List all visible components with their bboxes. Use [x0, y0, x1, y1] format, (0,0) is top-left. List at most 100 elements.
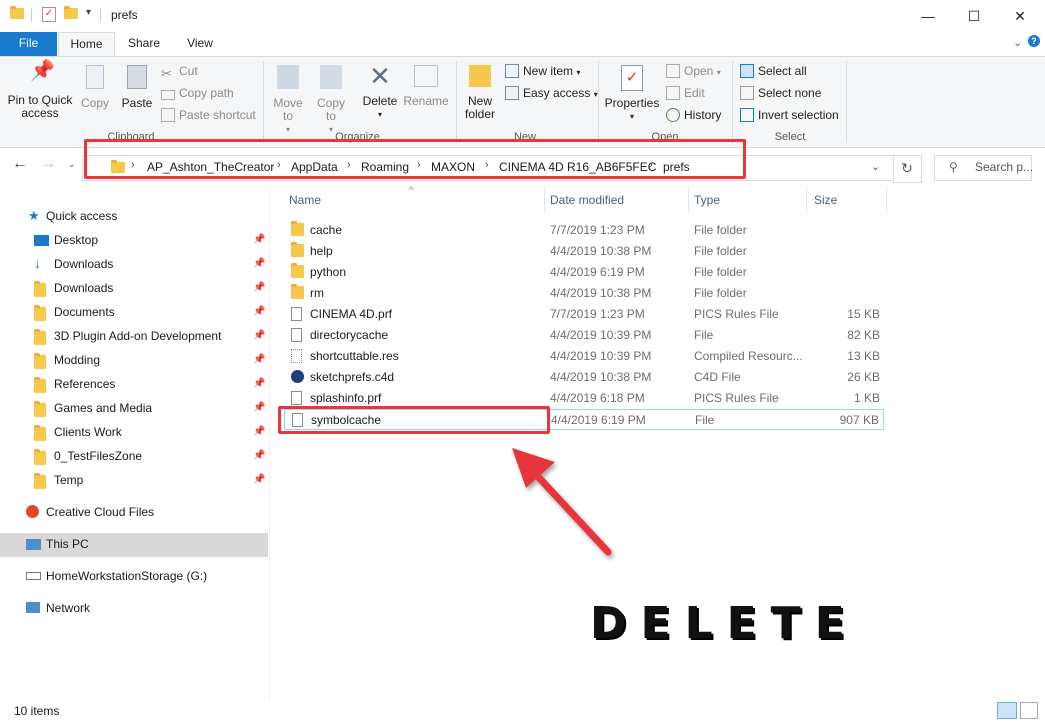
- column-divider[interactable]: [544, 188, 545, 212]
- pin-icon[interactable]: 📌: [253, 354, 265, 365]
- paste-button[interactable]: Paste: [118, 65, 156, 110]
- pin-icon[interactable]: 📌: [253, 258, 265, 269]
- rename-button[interactable]: Rename: [402, 65, 450, 108]
- folder-icon: [34, 281, 46, 297]
- column-header-type[interactable]: Type: [694, 193, 720, 207]
- sidebar-item-storage[interactable]: HomeWorkstationStorage (G:): [0, 565, 268, 589]
- pin-icon[interactable]: 📌: [253, 330, 265, 341]
- details-view-icon[interactable]: [997, 702, 1017, 719]
- new-folder-quick-icon[interactable]: [64, 6, 78, 20]
- file-row[interactable]: help 4/4/2019 10:38 PM File folder: [284, 241, 884, 262]
- pane-divider[interactable]: [269, 187, 270, 700]
- select-none-label: Select none: [758, 86, 822, 100]
- select-all-button[interactable]: Select all: [740, 64, 807, 78]
- pin-icon[interactable]: 📌: [253, 426, 265, 437]
- column-divider[interactable]: [886, 188, 887, 212]
- file-row[interactable]: python 4/4/2019 6:19 PM File folder: [284, 262, 884, 283]
- column-header-name[interactable]: Name: [289, 193, 321, 207]
- sidebar-item-modding[interactable]: Modding 📌: [0, 349, 268, 373]
- sidebar-item-creative-cloud[interactable]: Creative Cloud Files: [0, 501, 268, 525]
- download-arrow-icon: ↓: [34, 255, 41, 271]
- dropdown-arrow-icon: ▾: [716, 68, 721, 77]
- file-row[interactable]: CINEMA 4D.prf 7/7/2019 1:23 PM PICS Rule…: [284, 304, 884, 325]
- pin-to-quick-access-button[interactable]: 📌 Pin to Quick access: [4, 61, 76, 120]
- pin-icon[interactable]: 📌: [253, 282, 265, 293]
- close-button[interactable]: ✕: [997, 0, 1043, 32]
- easy-access-button[interactable]: Easy access ▾: [505, 86, 598, 100]
- tab-share[interactable]: Share: [118, 32, 170, 56]
- sidebar-item-references[interactable]: References 📌: [0, 373, 268, 397]
- pin-icon[interactable]: 📌: [253, 450, 265, 461]
- file-row[interactable]: directorycache 4/4/2019 10:39 PM File 82…: [284, 325, 884, 346]
- refresh-icon[interactable]: ↻: [893, 155, 922, 183]
- pin-icon[interactable]: 📌: [253, 402, 265, 413]
- invert-selection-button[interactable]: Invert selection: [740, 108, 839, 122]
- sidebar-item-documents[interactable]: Documents 📌: [0, 301, 268, 325]
- history-button[interactable]: History: [666, 108, 721, 122]
- file-date: 4/4/2019 10:39 PM: [550, 349, 652, 363]
- new-folder-button[interactable]: New folder: [460, 65, 500, 121]
- file-name: rm: [310, 286, 324, 300]
- copy-button[interactable]: Copy: [78, 65, 112, 110]
- file-row[interactable]: cache 7/7/2019 1:23 PM File folder: [284, 220, 884, 241]
- column-header-date[interactable]: Date modified: [550, 193, 624, 207]
- move-to-button[interactable]: Move to ▾: [269, 65, 307, 136]
- sidebar-item-temp[interactable]: Temp 📌: [0, 469, 268, 493]
- customize-toolbar-icon[interactable]: ▾: [86, 7, 91, 18]
- new-item-button[interactable]: New item ▾: [505, 64, 580, 78]
- file-row[interactable]: shortcuttable.res 4/4/2019 10:39 PM Comp…: [284, 346, 884, 367]
- sidebar-item-desktop[interactable]: Desktop 📌: [0, 229, 268, 253]
- sidebar-item-downloads-2[interactable]: Downloads 📌: [0, 277, 268, 301]
- search-box[interactable]: ⚲ Search p...: [934, 155, 1033, 181]
- sidebar-item-downloads[interactable]: ↓ Downloads 📌: [0, 253, 268, 277]
- folder-icon: [34, 401, 46, 417]
- sidebar-item-testfileszone[interactable]: 0_TestFilesZone 📌: [0, 445, 268, 469]
- paste-shortcut-button[interactable]: Paste shortcut: [161, 108, 256, 122]
- sort-ascending-icon: ^: [409, 185, 414, 195]
- properties-quick-icon[interactable]: ✓: [42, 7, 56, 22]
- recent-locations-icon[interactable]: ⌄: [68, 159, 76, 170]
- window-title: prefs: [111, 8, 138, 22]
- sidebar-item-quick-access[interactable]: ★ Quick access: [0, 205, 268, 229]
- folder-icon: [34, 353, 46, 369]
- column-divider[interactable]: [806, 188, 807, 212]
- column-header-size[interactable]: Size: [814, 193, 837, 207]
- pin-icon[interactable]: 📌: [253, 378, 265, 389]
- cut-button[interactable]: ✂ Cut: [161, 64, 198, 81]
- sidebar-item-this-pc[interactable]: This PC: [0, 533, 268, 557]
- sidebar-item-network[interactable]: Network: [0, 597, 268, 621]
- expand-ribbon-icon[interactable]: ⌄: [1013, 36, 1022, 49]
- address-dropdown-icon[interactable]: ⌄: [871, 160, 880, 173]
- maximize-button[interactable]: ☐: [951, 0, 997, 32]
- file-row[interactable]: sketchprefs.c4d 4/4/2019 10:38 PM C4D Fi…: [284, 367, 884, 388]
- edit-button[interactable]: Edit: [666, 86, 705, 100]
- delete-button[interactable]: ✕ Delete ▾: [360, 62, 400, 121]
- desktop-icon: [34, 235, 49, 246]
- open-button[interactable]: Open ▾: [666, 64, 721, 78]
- pin-icon[interactable]: 📌: [253, 474, 265, 485]
- pin-icon[interactable]: 📌: [253, 306, 265, 317]
- copy-to-button[interactable]: Copy to ▾: [312, 65, 350, 136]
- select-none-button[interactable]: Select none: [740, 86, 821, 100]
- help-icon[interactable]: ?: [1028, 35, 1040, 47]
- network-drive-icon: [26, 572, 41, 580]
- minimize-button[interactable]: —: [905, 0, 951, 32]
- file-row[interactable]: rm 4/4/2019 10:38 PM File folder: [284, 283, 884, 304]
- sidebar-item-clients-work[interactable]: Clients Work 📌: [0, 421, 268, 445]
- dropdown-arrow-icon: ▾: [629, 112, 634, 121]
- file-date: 4/4/2019 6:18 PM: [550, 391, 645, 405]
- sidebar-item-3d-plugin[interactable]: 3D Plugin Add-on Development 📌: [0, 325, 268, 349]
- pin-icon[interactable]: 📌: [253, 234, 265, 245]
- tab-file[interactable]: File: [0, 32, 57, 56]
- copy-path-button[interactable]: Copy path: [161, 86, 234, 100]
- column-divider[interactable]: [688, 188, 689, 212]
- status-bar: 10 items: [0, 700, 1045, 723]
- edit-label: Edit: [684, 86, 705, 100]
- back-arrow-icon[interactable]: ←: [12, 155, 28, 173]
- properties-button[interactable]: ✓ Properties ▾: [604, 65, 660, 123]
- tab-home[interactable]: Home: [58, 32, 115, 57]
- forward-arrow-icon[interactable]: →: [40, 155, 56, 173]
- tab-view[interactable]: View: [174, 32, 226, 56]
- sidebar-item-games-media[interactable]: Games and Media 📌: [0, 397, 268, 421]
- large-icons-view-icon[interactable]: [1020, 702, 1038, 719]
